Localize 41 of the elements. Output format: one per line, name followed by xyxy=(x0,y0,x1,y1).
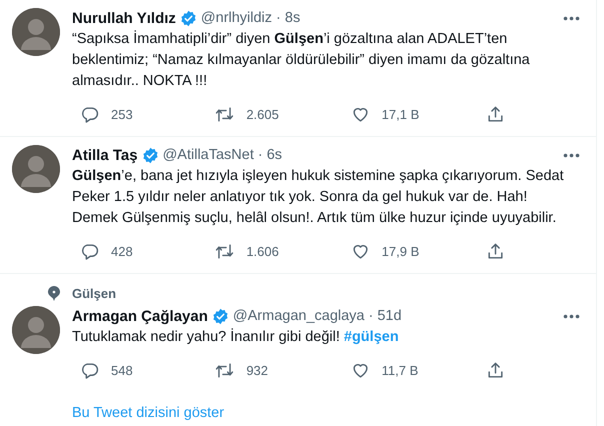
share-icon[interactable] xyxy=(486,242,505,260)
reply-icon[interactable] xyxy=(80,360,99,380)
retweet-icon[interactable] xyxy=(215,242,234,260)
like-count: 17,9 B xyxy=(382,244,420,258)
more-options-icon[interactable] xyxy=(563,314,580,318)
reply-icon[interactable] xyxy=(80,104,99,124)
user-handle[interactable]: @AtillaTasNet xyxy=(162,147,254,163)
retweet-count: 1.606 xyxy=(246,244,279,258)
separator-dot: · xyxy=(368,308,374,324)
separator-dot: · xyxy=(276,10,281,26)
share-icon[interactable] xyxy=(486,104,505,124)
retweet-icon[interactable] xyxy=(215,104,234,124)
more-options-icon[interactable] xyxy=(563,152,580,158)
avatar-placeholder[interactable] xyxy=(12,145,60,193)
share-icon[interactable] xyxy=(486,360,505,380)
like-count: 17,1 B xyxy=(382,106,420,122)
tweet-time[interactable]: 6s xyxy=(266,147,282,163)
more-options-icon[interactable] xyxy=(563,16,580,20)
user-handle[interactable]: @Armagan_caglaya xyxy=(232,308,364,324)
topic-icon xyxy=(48,286,60,300)
separator-dot: · xyxy=(258,147,263,163)
display-name[interactable]: Nurullah Yıldız xyxy=(72,10,176,26)
tweet-text: “Sapıksa İmamhatipli’dir” diyen Gülşen’i gözaltına alan ADALET’ten beklentimiz; “Namaz kılmayanlar öldürülebilir” diyen imamı da gözaltına almasıdır.. NOKTA !!! xyxy=(72,29,531,91)
reply-count: 428 xyxy=(111,244,133,258)
display-name[interactable]: Armagan Çağlayan xyxy=(72,308,208,324)
reply-icon[interactable] xyxy=(80,242,99,260)
retweet-count: 932 xyxy=(246,362,268,378)
like-count: 11,7 B xyxy=(382,362,418,378)
tweet-text: Tutuklamak nedir yahu? İnanılır gibi değil! #gülşen xyxy=(72,327,400,347)
avatar-placeholder[interactable] xyxy=(12,306,60,354)
user-handle[interactable]: @nrlhyildiz xyxy=(200,10,272,26)
topic-label[interactable]: Gülşen xyxy=(72,286,116,300)
display-name[interactable]: Atilla Taş xyxy=(72,146,138,164)
reply-count: 253 xyxy=(111,106,133,122)
tweet-text: Gülşen’e, bana jet hızıyla işleyen hukuk sistemine şapka çıkarıyorum. Sedat Peker 1.5 yıldır neler anlatıyor tık yok. Sonra da gel hukuk var de. Hah! Demek Gülşenmiş suçlu, helâl olsun!. Artık tüm ülke huzur içinde uyuyabilir. xyxy=(72,167,565,228)
retweet-count: 2.605 xyxy=(246,106,279,122)
tweet-time[interactable]: 51d xyxy=(377,308,402,324)
avatar-placeholder[interactable] xyxy=(12,8,60,56)
retweet-icon[interactable] xyxy=(215,360,234,380)
reply-count: 548 xyxy=(111,362,133,378)
tweet-time[interactable]: 8s xyxy=(284,10,300,26)
